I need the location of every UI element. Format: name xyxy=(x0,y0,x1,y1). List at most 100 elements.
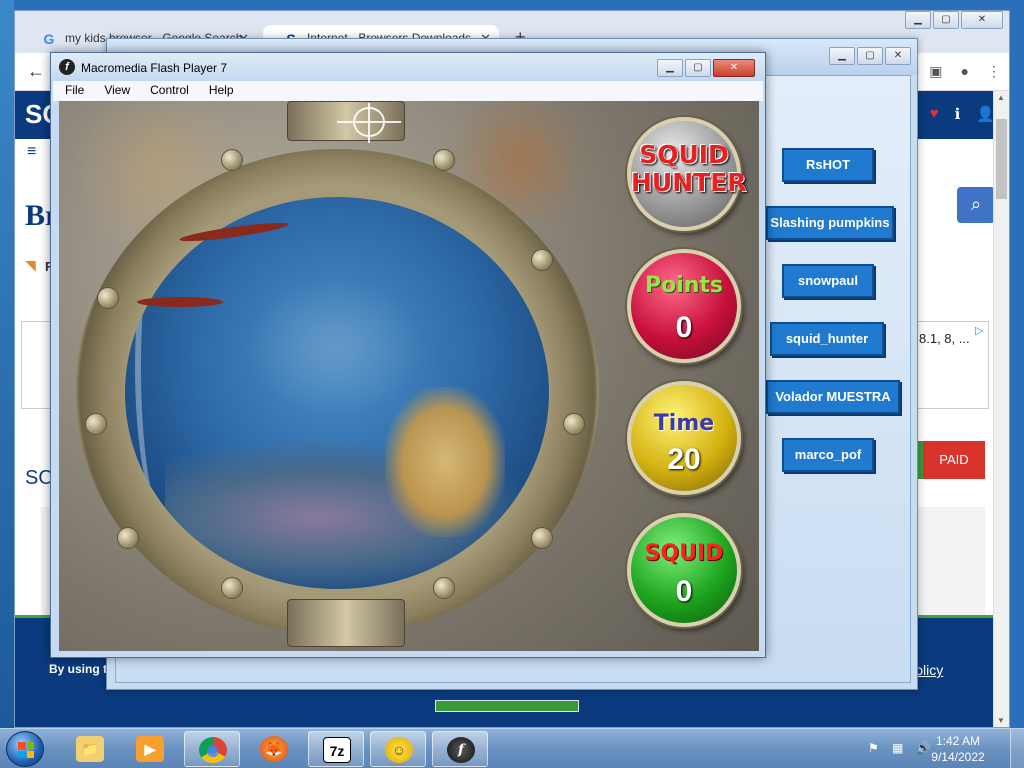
game-logo-text: SQUID HUNTER xyxy=(631,140,747,197)
bolt-icon xyxy=(433,577,455,599)
bolt-icon xyxy=(221,577,243,599)
menu-control[interactable]: Control xyxy=(138,81,197,101)
scroll-thumb[interactable] xyxy=(996,119,1007,199)
close-button[interactable]: ✕ xyxy=(885,47,911,65)
game-button-slashing-pumpkins[interactable]: Slashing pumpkins xyxy=(766,206,894,240)
bolt-icon xyxy=(563,413,585,435)
porthole-view[interactable] xyxy=(125,197,549,589)
reading-list-icon[interactable]: ▣ xyxy=(929,63,942,80)
flash-player-icon: f xyxy=(447,737,475,763)
search-icon: ⌕ xyxy=(970,194,982,214)
menu-view[interactable]: View xyxy=(92,81,138,101)
flash-player-window: f Macromedia Flash Player 7 ▁ ▢ ✕ File V… xyxy=(50,52,766,658)
action-center-icon[interactable]: ⚑ xyxy=(868,741,879,755)
site-header-icons: ♥ ℹ 👤 xyxy=(930,105,995,123)
footer-consent-text: By using tr xyxy=(49,662,112,676)
scroll-up-icon[interactable]: ▲ xyxy=(997,93,1005,102)
media-player-icon: ▶ xyxy=(136,736,164,762)
page-scrollbar[interactable]: ▲ ▼ xyxy=(993,91,1009,727)
glass-reflection xyxy=(135,217,195,517)
back-button[interactable]: ← xyxy=(27,61,45,82)
game-button-rshot[interactable]: RsHOT xyxy=(782,148,874,182)
game-button-marco-pof[interactable]: marco_pof xyxy=(782,438,874,472)
start-button[interactable] xyxy=(6,731,44,767)
bolt-icon xyxy=(221,149,243,171)
adchoices-icon[interactable]: ▷ xyxy=(975,324,983,337)
windows-taskbar: 📁 ▶ ◉ 🦊 7z ☺ f ⚑ ▦ 🔊 1:42 AM 9/14/2022 xyxy=(0,728,1024,768)
game-button-volador-muestra[interactable]: Volador MUESTRA xyxy=(766,380,900,414)
flash-window-controls: ▁ ▢ ✕ xyxy=(657,59,755,77)
time-value: 20 xyxy=(667,443,701,476)
menu-help[interactable]: Help xyxy=(197,81,242,101)
points-display: Points 0 xyxy=(627,249,741,363)
hamburger-menu-icon[interactable]: ≡ xyxy=(27,143,36,161)
show-desktop-button[interactable] xyxy=(1010,729,1024,768)
flash-menubar: File View Control Help xyxy=(53,81,763,101)
downloads-window-controls: ▁ ▢ ✕ xyxy=(829,47,911,65)
firefox-icon: 🦊 xyxy=(260,736,288,762)
minimize-button[interactable]: ▁ xyxy=(905,11,931,29)
desktop-background xyxy=(0,0,14,728)
points-label: Points xyxy=(644,273,724,298)
squid-count-display: SQUID 0 xyxy=(627,513,741,627)
time-label: Time xyxy=(653,411,715,436)
taskbar-media-player[interactable]: ▶ xyxy=(122,731,178,767)
sun-face-icon: ☺ xyxy=(385,737,413,763)
clock-date[interactable]: 9/14/2022 xyxy=(928,750,988,764)
taskbar-sun-app[interactable]: ☺ xyxy=(370,731,426,767)
menu-dots-icon[interactable]: ⋮ xyxy=(987,63,1001,80)
google-icon: G xyxy=(43,31,55,47)
rss-icon: ◥ xyxy=(25,257,36,273)
bolt-icon xyxy=(531,249,553,271)
ad-text: 8.1, 8, ... xyxy=(919,331,970,346)
porthole-bottom-hinge xyxy=(287,599,405,647)
close-button[interactable]: ✕ xyxy=(961,11,1003,29)
heart-icon[interactable]: ♥ xyxy=(930,105,939,123)
minimize-button[interactable]: ▁ xyxy=(829,47,855,65)
squid-label: SQUID xyxy=(644,541,724,566)
crosshair-cursor-icon xyxy=(337,103,401,143)
bolt-icon xyxy=(117,527,139,549)
info-icon[interactable]: ℹ xyxy=(955,105,961,123)
taskbar-chrome[interactable]: ◉ xyxy=(184,731,240,767)
window-title: Macromedia Flash Player 7 xyxy=(81,61,228,75)
game-button-snowpaul[interactable]: snowpaul xyxy=(782,264,874,298)
time-display: Time 20 xyxy=(627,381,741,495)
squid-target[interactable] xyxy=(137,297,223,307)
accept-button[interactable] xyxy=(435,700,579,712)
bolt-icon xyxy=(97,287,119,309)
clock-time[interactable]: 1:42 AM xyxy=(928,734,988,748)
bolt-icon xyxy=(433,149,455,171)
maximize-button[interactable]: ▢ xyxy=(685,59,711,77)
chrome-icon: ◉ xyxy=(199,737,227,763)
flash-titlebar: f Macromedia Flash Player 7 ▁ ▢ ✕ xyxy=(51,53,765,81)
network-icon[interactable]: ▦ xyxy=(892,741,903,755)
taskbar-firefox[interactable]: 🦊 xyxy=(246,731,302,767)
maximize-button[interactable]: ▢ xyxy=(857,47,883,65)
scroll-down-icon[interactable]: ▼ xyxy=(997,716,1005,725)
folder-icon: 📁 xyxy=(76,736,104,762)
minimize-button[interactable]: ▁ xyxy=(657,59,683,77)
diver-hand xyxy=(385,387,505,537)
paid-badge[interactable]: PAID xyxy=(923,441,985,479)
chrome-window-controls: ▁ ▢ ✕ xyxy=(905,11,1003,29)
bolt-icon xyxy=(531,527,553,549)
profile-icon[interactable]: ● xyxy=(961,63,969,80)
toolbar-right: ▣ ● ⋮ xyxy=(929,63,1001,80)
flash-icon: f xyxy=(59,59,75,75)
windows-logo-icon xyxy=(18,742,34,758)
bolt-icon xyxy=(85,413,107,435)
7zip-icon: 7z xyxy=(323,737,351,763)
close-button[interactable]: ✕ xyxy=(713,59,755,77)
points-value: 0 xyxy=(675,311,693,344)
maximize-button[interactable]: ▢ xyxy=(933,11,959,29)
taskbar-file-explorer[interactable]: 📁 xyxy=(62,731,118,767)
squid-hunter-logo: SQUID HUNTER xyxy=(627,117,747,231)
game-button-squid-hunter[interactable]: squid_hunter xyxy=(770,322,884,356)
squid-value: 0 xyxy=(675,575,693,608)
game-stage[interactable]: SQUID HUNTER Points 0 Time 20 SQUID 0 xyxy=(59,101,759,651)
taskbar-flash-player[interactable]: f xyxy=(432,731,488,767)
search-button[interactable]: ⌕ xyxy=(957,187,995,223)
taskbar-7zip[interactable]: 7z xyxy=(308,731,364,767)
menu-file[interactable]: File xyxy=(53,81,92,101)
